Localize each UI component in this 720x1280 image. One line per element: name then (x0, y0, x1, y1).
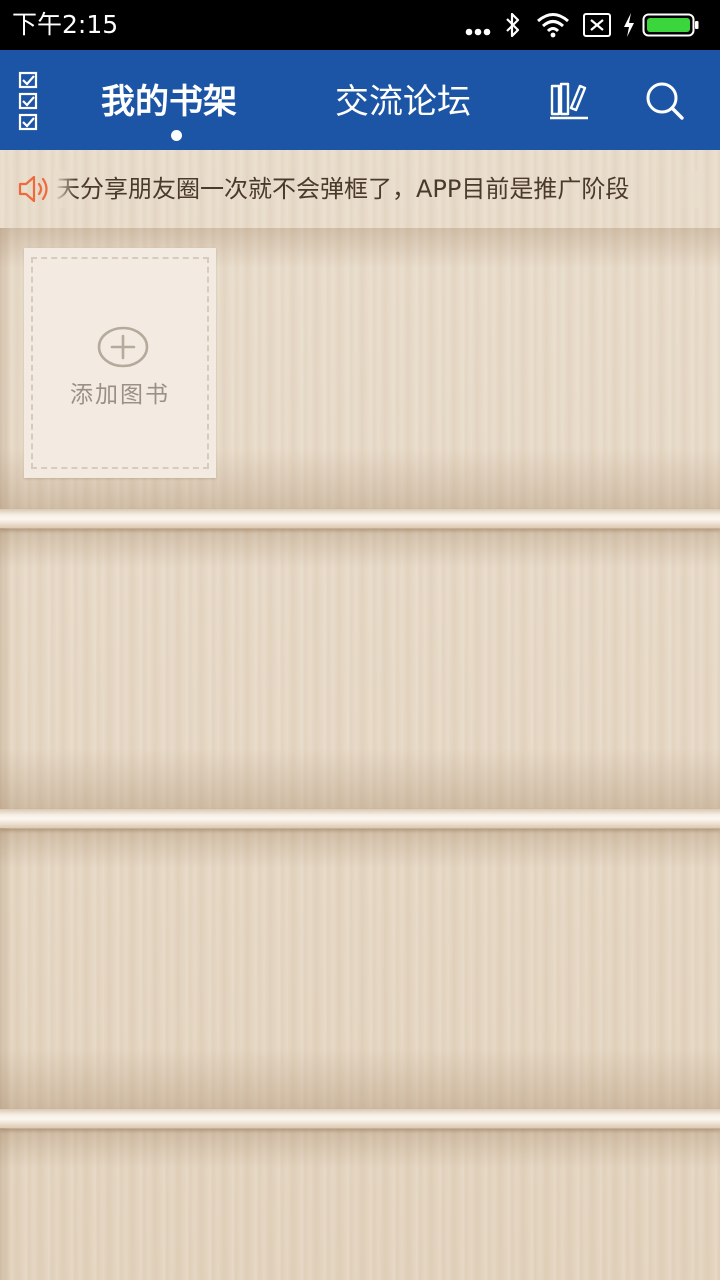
shelf-shade-bottom (0, 748, 720, 818)
checklist-button[interactable] (14, 70, 48, 132)
shelf-shade-top (0, 1128, 720, 1168)
wifi-icon (537, 13, 569, 38)
checklist-icon (18, 71, 38, 131)
add-book-label: 添加图书 (70, 382, 170, 408)
shelf-row (0, 828, 720, 1118)
shelf-plank (0, 509, 720, 529)
library-icon (550, 82, 588, 120)
notice-marquee-text[interactable]: 天分享朋友圈一次就不会弹框了，APP目前是推广阶段 (56, 172, 702, 206)
shelf-shade-left (0, 1128, 12, 1280)
shelf-row (0, 528, 720, 818)
tab-forum[interactable]: 交流论坛 (335, 80, 471, 124)
search-button[interactable] (644, 80, 686, 122)
plus-circle-icon (97, 326, 149, 368)
status-time: 下午2:15 (12, 10, 119, 39)
no-sim-icon (583, 13, 611, 37)
tab-my-bookshelf[interactable]: 我的书架 (101, 80, 237, 124)
charging-icon (624, 13, 634, 37)
shelf-shade-bottom (0, 1048, 720, 1118)
battery-icon (642, 13, 699, 37)
notice-fade-left (54, 170, 76, 208)
add-book-button[interactable]: 添加图书 (24, 248, 216, 478)
library-button[interactable] (548, 80, 590, 122)
shelf-plank (0, 809, 720, 829)
active-tab-indicator (171, 130, 182, 141)
notice-fade-right (680, 170, 702, 208)
shelf-plank (0, 1109, 720, 1129)
more-dots-icon (465, 28, 491, 36)
shelf-shade-top (0, 828, 720, 868)
shelf-shade-top (0, 528, 720, 568)
shelf-row (0, 1128, 720, 1280)
speaker-icon (18, 175, 48, 203)
bluetooth-icon (506, 12, 520, 38)
search-icon (646, 82, 684, 120)
status-bar: 下午2:15 (0, 0, 720, 50)
app-header: 我的书架 交流论坛 (0, 50, 720, 150)
